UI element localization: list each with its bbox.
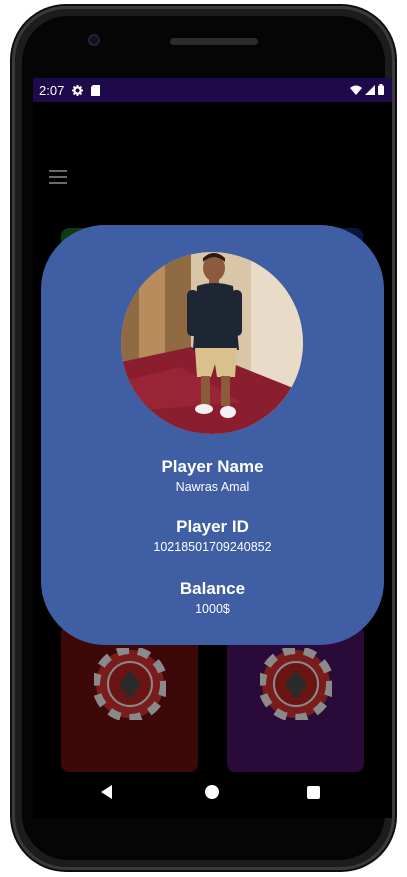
poker-chip-icon (260, 648, 332, 720)
player-name-section: Player Name Nawras Amal (41, 457, 384, 494)
player-profile-card: Player Name Nawras Amal Player ID 102185… (41, 225, 384, 645)
player-id-section: Player ID 10218501709240852 (41, 517, 384, 554)
status-bar: 2:07 (33, 78, 392, 102)
player-avatar (121, 252, 303, 434)
back-icon[interactable] (101, 785, 112, 799)
poker-chip-icon (94, 648, 166, 720)
game-card-left[interactable] (61, 626, 198, 772)
balance-section: Balance 1000$ (41, 579, 384, 616)
balance-label: Balance (179, 579, 246, 598)
gear-icon (72, 84, 84, 96)
wifi-icon (350, 83, 362, 98)
game-card-right[interactable] (227, 626, 364, 772)
earpiece-speaker (170, 38, 258, 45)
player-id-value: 10218501709240852 (153, 540, 272, 554)
sd-card-icon (91, 84, 101, 96)
player-name-label: Player Name (161, 457, 264, 476)
player-name-value: Nawras Amal (175, 480, 250, 494)
front-camera (88, 34, 100, 46)
home-icon[interactable] (205, 785, 219, 799)
player-id-label: Player ID (176, 517, 249, 536)
signal-icon (365, 83, 375, 98)
recents-icon[interactable] (307, 786, 320, 799)
balance-value: 1000$ (195, 602, 230, 616)
app-screen: 2:07 St 0$ (33, 78, 392, 818)
navigation-bar (33, 768, 392, 818)
status-icons (350, 78, 384, 102)
hamburger-menu-icon[interactable] (49, 170, 67, 184)
battery-icon (378, 83, 384, 98)
status-time: 2:07 (39, 82, 65, 98)
